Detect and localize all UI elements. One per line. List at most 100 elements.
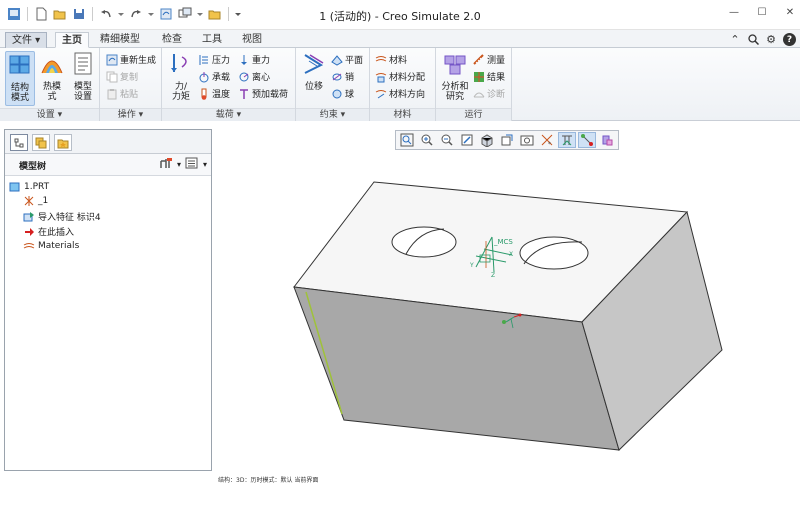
displacement-label: 位移 [304, 82, 323, 92]
structure-mode-button[interactable]: 结构 模式 [5, 51, 35, 106]
save-icon[interactable] [71, 6, 87, 22]
analyses-studies-button[interactable]: 分析和 研究 [439, 51, 471, 102]
tree-columns-icon[interactable] [185, 157, 199, 171]
regenerate-button[interactable]: 重新生成 [106, 52, 156, 67]
zoom-in-icon[interactable] [418, 132, 436, 148]
pin-constraint-button[interactable]: 销 [331, 69, 354, 84]
diagnostics-button[interactable]: 诊断 [473, 86, 505, 101]
thermal-mode-label-1: 热模 [42, 82, 61, 92]
tree-columns-dropdown-icon[interactable]: ▾ [203, 160, 207, 169]
zoom-out-icon[interactable] [438, 132, 456, 148]
repaint-icon[interactable] [458, 132, 476, 148]
thermal-mode-button[interactable]: 热模 式 [37, 51, 67, 102]
group-operations-label[interactable]: 操作 ▾ [100, 108, 161, 121]
view-manager-icon[interactable] [518, 132, 536, 148]
minimize-icon[interactable]: — [728, 6, 740, 18]
copy-button[interactable]: 复制 [106, 69, 138, 84]
undo-icon[interactable] [98, 6, 114, 22]
ball-constraint-button[interactable]: 球 [331, 86, 354, 101]
tab-view[interactable]: 视图 [236, 32, 268, 48]
material-assignment-button[interactable]: 材料分配 [375, 69, 425, 84]
hole-left[interactable] [391, 226, 457, 258]
display-style-icon[interactable] [478, 132, 496, 148]
loads-display-icon[interactable] [578, 132, 596, 148]
tree-node-materials[interactable]: Materials [23, 240, 79, 252]
regenerate-icon[interactable] [158, 6, 174, 22]
force-moment-button[interactable]: 力/ 力矩 [166, 51, 196, 102]
insert-arrow-icon [25, 227, 34, 236]
navigator-tabs [5, 130, 211, 154]
paste-icon [107, 88, 117, 99]
new-icon[interactable] [33, 6, 49, 22]
graphics-area[interactable]: _MCS X Y Z [214, 152, 800, 452]
tree-settings-dropdown-icon[interactable]: ▾ [177, 160, 181, 169]
temperature-button[interactable]: 温度 [198, 86, 230, 101]
measure-button[interactable]: 测量 [473, 52, 505, 67]
tab-tools[interactable]: 工具 [196, 32, 228, 48]
tab-home[interactable]: 主页 [55, 32, 89, 48]
plane-icon [331, 54, 343, 66]
tab-file[interactable]: 文件 ▾ [5, 32, 48, 48]
model-setup-button[interactable]: 模型 设置 [68, 51, 98, 102]
import-feature-icon [23, 211, 34, 221]
force-moment-label-1: 力/ [174, 82, 188, 92]
paste-button[interactable]: 粘贴 [106, 86, 138, 101]
undo-dropdown-icon[interactable] [117, 6, 125, 22]
material-icon [375, 55, 387, 61]
tree-node-part[interactable]: 1.PRT [9, 181, 49, 193]
search-icon[interactable] [747, 32, 759, 46]
displacement-button[interactable]: 位移 [299, 51, 329, 92]
measure-label: 测量 [487, 56, 506, 66]
customize-dropdown-icon[interactable] [234, 6, 242, 22]
close-icon[interactable]: ✕ [784, 6, 796, 18]
material-orientation-button[interactable]: 材料方向 [375, 86, 425, 101]
model-tree-tab[interactable] [10, 134, 28, 151]
saved-orientations-icon[interactable] [498, 132, 516, 148]
gravity-icon [241, 54, 247, 65]
group-constraints-label[interactable]: 约束 ▾ [296, 108, 369, 121]
maximize-icon[interactable]: ☐ [756, 6, 768, 18]
help-icon[interactable]: ? [783, 33, 796, 46]
tab-inspect[interactable]: 检查 [156, 32, 188, 48]
paste-label: 粘贴 [120, 90, 139, 100]
redo-dropdown-icon[interactable] [147, 6, 155, 22]
datum-display-icon[interactable]: * [538, 132, 556, 148]
analyses-studies-icon [444, 55, 466, 75]
group-setup-label[interactable]: 设置 ▾ [0, 108, 99, 121]
bearing-button[interactable]: 承载 [198, 69, 230, 84]
simulation-display-icon[interactable] [558, 132, 576, 148]
refit-icon[interactable] [398, 132, 416, 148]
collapse-ribbon-icon[interactable]: ⌃ [729, 32, 741, 46]
tree-settings-icon[interactable] [159, 157, 173, 171]
preload-button[interactable]: 预加载荷 [238, 86, 288, 101]
tree-node-csys[interactable]: _1 [23, 195, 48, 207]
constraints-display-icon[interactable] [598, 132, 616, 148]
settings-icon[interactable]: ⚙ [765, 32, 777, 46]
open-folder-icon[interactable] [52, 6, 68, 22]
close-window-icon[interactable] [207, 6, 223, 22]
centrifugal-button[interactable]: 离心 [238, 69, 270, 84]
results-button[interactable]: 结果 [473, 69, 505, 84]
temperature-label: 温度 [212, 90, 231, 100]
redo-icon[interactable] [128, 6, 144, 22]
analyses-studies-label-2: 研究 [445, 92, 464, 102]
tab-refine-model[interactable]: 精细模型 [94, 32, 146, 48]
group-constraints: 位移 平面 销 球 约束 ▾ [296, 48, 370, 121]
results-label: 结果 [487, 73, 506, 83]
layers-tab[interactable] [32, 134, 50, 151]
structure-mode-label-1: 结构 [10, 83, 29, 93]
materials-icon [23, 243, 35, 249]
plane-constraint-button[interactable]: 平面 [331, 52, 363, 67]
app-icon[interactable] [6, 6, 22, 22]
tree-node-import-feature[interactable]: 导入特征 标识4 [23, 210, 101, 223]
hole-right[interactable] [519, 236, 589, 270]
windows-dropdown-icon[interactable] [196, 6, 204, 22]
gravity-button[interactable]: 重力 [238, 52, 270, 67]
tree-node-insert-here[interactable]: 在此插入 [23, 225, 74, 238]
windows-icon[interactable] [177, 6, 193, 22]
favorites-tab[interactable] [54, 134, 72, 151]
pressure-button[interactable]: 压力 [198, 52, 230, 67]
ribbon-tab-bar: 文件 ▾ 主页 精细模型 检查 工具 视图 ⌃ ⚙ ? [0, 30, 800, 48]
material-button[interactable]: 材料 [375, 52, 407, 67]
group-loads-label[interactable]: 载荷 ▾ [162, 108, 295, 121]
